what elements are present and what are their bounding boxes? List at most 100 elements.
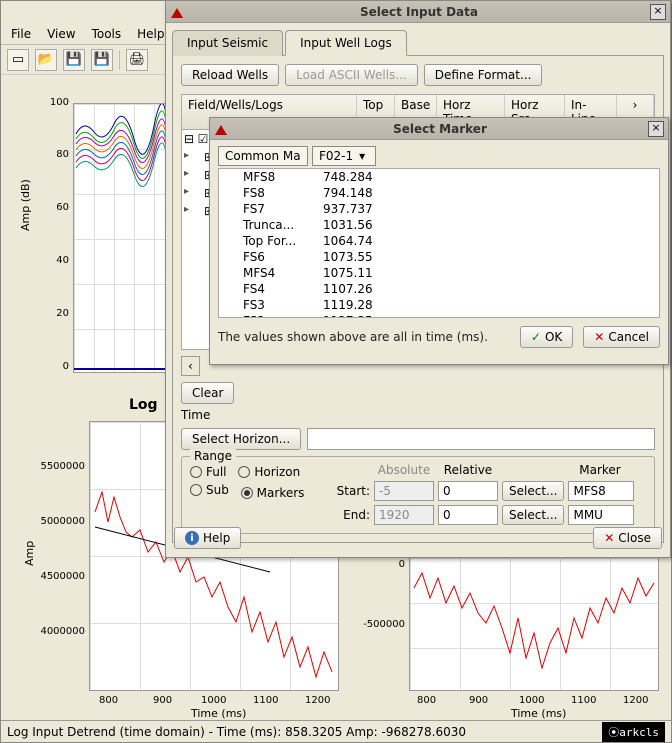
tab-input-well-logs[interactable]: Input Well Logs (285, 30, 407, 56)
marker-row[interactable]: Top For...1064.74 (219, 233, 659, 249)
close-icon[interactable]: × (650, 4, 666, 20)
status-bar: Log Input Detrend (time domain) - Time (… (1, 720, 671, 742)
tree-expand-icon[interactable]: ⊟ (182, 132, 196, 146)
range-fieldset: Range Full Horizon Sub Markers Absolut (181, 456, 655, 534)
titlebar-marker-title: Select Marker (232, 122, 648, 136)
start-absolute-field (374, 481, 434, 501)
start-label: Start: (330, 484, 370, 498)
marker-row[interactable]: FS41107.26 (219, 281, 659, 297)
close-icon[interactable]: × (648, 121, 664, 137)
ytick: 5500000 (29, 461, 85, 472)
marker-row[interactable]: FS61073.55 (219, 249, 659, 265)
radio-sub[interactable]: Sub (190, 483, 229, 497)
plot-top-ylabel: Amp (dB) (19, 179, 32, 231)
cancel-x-icon: ✕ (594, 330, 604, 344)
clear-button[interactable]: Clear (181, 382, 234, 404)
end-relative-field[interactable] (438, 505, 498, 525)
end-marker-field[interactable] (568, 505, 634, 525)
plot-top-traces (74, 104, 169, 374)
end-select-marker-button[interactable]: Select... (502, 505, 564, 525)
ytick: 80 (41, 149, 69, 160)
xtick: 1200 (305, 695, 330, 706)
plot-bl-title: Log (129, 397, 158, 413)
ytick: 0 (41, 361, 69, 372)
marker-row[interactable]: FS31119.28 (219, 297, 659, 313)
titlebar-input-title: Select Input Data (188, 5, 650, 19)
check-icon: ✓ (531, 330, 541, 344)
app-icon (170, 5, 184, 19)
end-absolute-field (374, 505, 434, 525)
close-x-icon: ✕ (604, 531, 614, 545)
reload-wells-button[interactable]: Reload Wells (181, 64, 279, 86)
xtick: 900 (469, 695, 488, 706)
end-label: End: (330, 508, 370, 522)
marker-row[interactable]: MFS8748.284 (219, 169, 659, 185)
save-icon[interactable]: 💾 (63, 49, 85, 71)
saveas-icon[interactable]: 💾 (91, 49, 113, 71)
load-ascii-wells-button[interactable]: Load ASCII Wells... (285, 64, 418, 86)
app-icon (214, 122, 228, 136)
radio-full[interactable]: Full (190, 465, 227, 479)
chevron-down-icon: ▾ (359, 149, 365, 163)
start-select-marker-button[interactable]: Select... (502, 481, 564, 501)
menu-view[interactable]: View (41, 25, 81, 43)
plot-bl-xlabel: Time (ms) (191, 707, 246, 720)
plot-amp-db (73, 103, 168, 373)
xtick: 800 (417, 695, 436, 706)
plot-detrend (409, 557, 659, 691)
plot-detrend-trace (410, 558, 660, 692)
well-dropdown[interactable]: F02-1 ▾ (312, 146, 376, 166)
ytick: 20 (41, 308, 69, 319)
menu-file[interactable]: File (5, 25, 37, 43)
ok-button[interactable]: ✓OK (520, 326, 573, 348)
xtick: 800 (99, 695, 118, 706)
brand-logo: ⦿arkcls (602, 722, 665, 742)
tabs: Input Seismic Input Well Logs (172, 29, 664, 56)
marker-row[interactable]: MFS41075.11 (219, 265, 659, 281)
plot-bl-ylabel: Amp (23, 541, 36, 566)
titlebar-marker: Select Marker × (210, 118, 668, 140)
new-icon[interactable]: ▭ (7, 49, 29, 71)
xtick: 1100 (571, 695, 596, 706)
ytick: 100 (41, 97, 69, 108)
marker-row[interactable]: Trunca...1031.56 (219, 217, 659, 233)
col-absolute: Absolute (374, 463, 434, 477)
help-button[interactable]: iHelp (174, 527, 241, 549)
cancel-button[interactable]: ✕Cancel (583, 326, 660, 348)
marker-row[interactable]: FS8794.148 (219, 185, 659, 201)
common-marker-dropdown[interactable]: Common Ma (218, 146, 308, 166)
marker-row[interactable]: FS21127.35 (219, 313, 659, 318)
col-marker: Marker (570, 463, 630, 477)
plot-br-xlabel: Time (ms) (511, 707, 566, 720)
start-marker-field[interactable] (568, 481, 634, 501)
tree-check-icon[interactable]: ☑ (196, 132, 210, 146)
ytick: 4500000 (29, 571, 85, 582)
marker-row[interactable]: FS7937.737 (219, 201, 659, 217)
select-horizon-button[interactable]: Select Horizon... (181, 428, 301, 450)
scroll-left-icon[interactable]: ‹ (181, 356, 200, 376)
ytick: 4000000 (29, 626, 85, 637)
marker-note: The values shown above are all in time (… (218, 330, 488, 344)
start-relative-field[interactable] (438, 481, 498, 501)
ytick: 40 (41, 255, 69, 266)
define-format-button[interactable]: Define Format... (424, 64, 543, 86)
tab-input-seismic[interactable]: Input Seismic (172, 30, 283, 56)
open-icon[interactable]: 📂 (35, 49, 57, 71)
ytick: 60 (41, 202, 69, 213)
xtick: 1200 (623, 695, 648, 706)
print-icon[interactable]: 🖨 (126, 49, 148, 71)
help-icon: i (185, 531, 199, 545)
horizon-field[interactable] (307, 428, 655, 450)
radio-horizon[interactable]: Horizon (238, 465, 300, 479)
marker-list[interactable]: MFS8748.284FS8794.148FS7937.737Trunca...… (218, 168, 660, 318)
col-relative: Relative (438, 463, 498, 477)
xtick: 1000 (519, 695, 544, 706)
status-text: Log Input Detrend (time domain) - Time (… (7, 725, 466, 739)
radio-markers[interactable]: Markers (241, 486, 305, 500)
common-marker-label: Common Ma (225, 149, 301, 163)
menu-tools[interactable]: Tools (86, 25, 128, 43)
xtick: 1000 (201, 695, 226, 706)
ytick: 5000000 (29, 516, 85, 527)
ytick: -500000 (353, 619, 405, 630)
close-button[interactable]: ✕Close (593, 527, 662, 549)
